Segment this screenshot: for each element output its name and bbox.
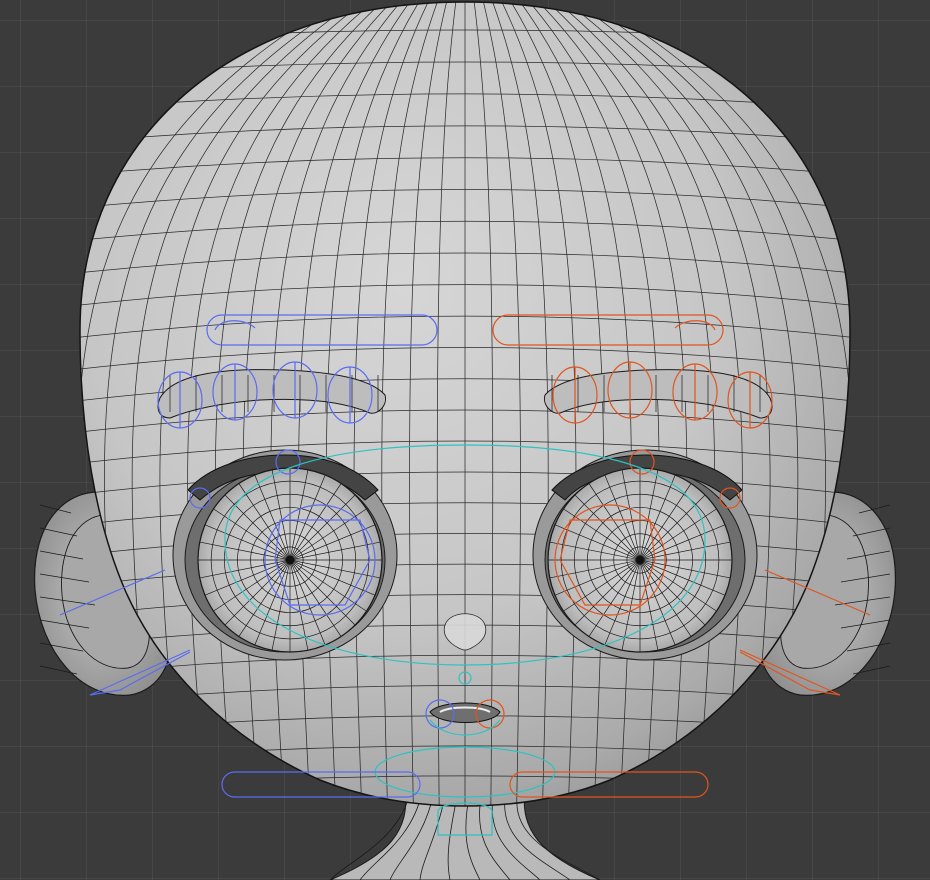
- eyeball-right[interactable]: [547, 467, 733, 653]
- eyeball-left[interactable]: [197, 467, 383, 653]
- scene-canvas[interactable]: [0, 0, 930, 880]
- 3d-viewport[interactable]: [0, 0, 930, 880]
